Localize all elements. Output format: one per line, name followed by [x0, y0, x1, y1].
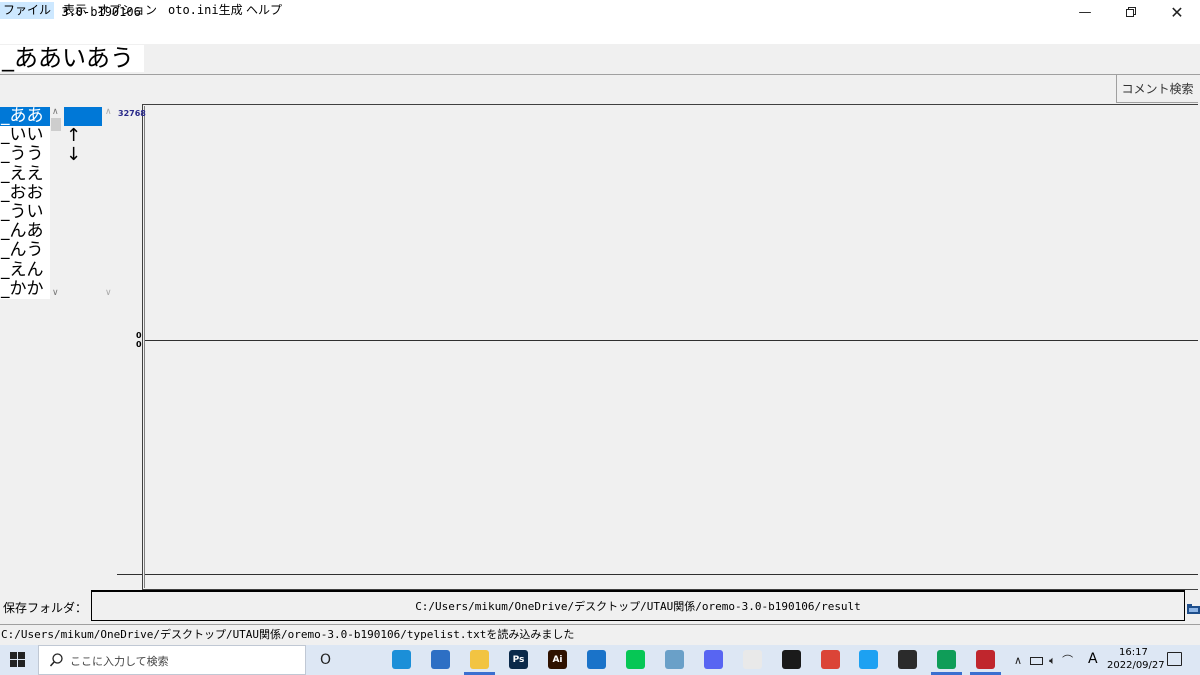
menu-help[interactable]: ヘルプ: [243, 2, 285, 19]
illustrator-icon[interactable]: Ai: [548, 650, 567, 669]
restore-icon: [1126, 7, 1136, 17]
scroll-up-icon[interactable]: ∧: [52, 107, 59, 117]
list-item[interactable]: _ええ: [0, 164, 50, 184]
minimize-icon: —: [1078, 4, 1092, 20]
waveform-zero-label: 0: [136, 340, 142, 349]
spectrogram-divider: [145, 574, 1198, 575]
edge-icon[interactable]: [392, 650, 411, 669]
list-item[interactable]: _いい: [0, 126, 50, 145]
windows-icon: [10, 652, 25, 667]
file-explorer-icon[interactable]: [470, 650, 489, 669]
chevron-up-icon[interactable]: ∧: [1014, 654, 1022, 667]
discord-icon[interactable]: [704, 650, 723, 669]
folder-icon[interactable]: [1187, 599, 1200, 614]
waveform-zero-line: [145, 340, 1198, 341]
scroll-up-icon[interactable]: ∧: [105, 107, 112, 117]
search-placeholder: ここに入力して検索: [70, 655, 169, 668]
waveform-panel[interactable]: [142, 104, 1198, 590]
recording-list-scrollbar[interactable]: ∧ ∨: [50, 107, 62, 299]
scroll-down-icon[interactable]: ∨: [52, 288, 59, 298]
ime-indicator[interactable]: A: [1088, 651, 1098, 667]
clock-date[interactable]: 2022/09/27: [1107, 660, 1165, 671]
scale-divider: [117, 574, 142, 575]
mail-icon[interactable]: [587, 650, 606, 669]
waveform-zero-label: 0: [136, 331, 142, 340]
list-item[interactable]: _おお: [0, 183, 50, 203]
recording-list[interactable]: _ああ _いい _うう _ええ _おお _うい _んあ _んう _えん _かか: [0, 107, 50, 299]
chrome-2-icon[interactable]: [937, 650, 956, 669]
close-icon: ✕: [1170, 2, 1184, 22]
photoshop-icon[interactable]: Ps: [509, 650, 528, 669]
twitter-icon[interactable]: [859, 650, 878, 669]
menu-file[interactable]: ファイル: [0, 2, 55, 19]
waveform-axis: [144, 106, 145, 588]
status-bar: C:/Users/mikum/OneDrive/デスクトップ/UTAU関係/or…: [0, 624, 1200, 643]
arrow-list-item[interactable]: ↓: [66, 145, 81, 164]
task-view-icon[interactable]: [352, 650, 371, 669]
restore-button[interactable]: [1108, 0, 1154, 24]
waveform-max-label: 32768: [118, 109, 146, 118]
speaker-icon[interactable]: 🔈︎: [1049, 654, 1056, 667]
list-item[interactable]: _んう: [0, 241, 50, 260]
clock-time[interactable]: 16:17: [1119, 647, 1148, 658]
list-item[interactable]: _うう: [0, 145, 50, 164]
save-folder-path[interactable]: C:/Users/mikum/OneDrive/デスクトップ/UTAU関係/or…: [91, 590, 1185, 621]
minimize-button[interactable]: —: [1062, 0, 1108, 24]
comment-search-button[interactable]: コメント検索: [1116, 75, 1198, 103]
menu-options[interactable]: オプション: [94, 2, 160, 19]
sticky-notes-icon[interactable]: [898, 650, 917, 669]
cortana-icon[interactable]: O: [316, 650, 335, 669]
menu-oto-ini[interactable]: oto.ini生成: [165, 2, 246, 19]
battery-icon[interactable]: [1029, 657, 1043, 665]
menu-view[interactable]: 表示: [60, 2, 90, 19]
list-item[interactable]: _えん: [0, 260, 50, 280]
save-folder-label: 保存フォルダ：: [3, 601, 88, 615]
wifi-icon[interactable]: ⌒: [1062, 654, 1073, 667]
notification-icon[interactable]: [1167, 652, 1182, 666]
list-item[interactable]: _かか: [0, 279, 50, 299]
list-item[interactable]: _んあ: [0, 222, 50, 241]
divider: [0, 74, 1200, 75]
arrow-list-item[interactable]: ↑: [66, 126, 81, 145]
clip-studio-icon[interactable]: [782, 650, 801, 669]
search-icon: [49, 652, 63, 671]
scroll-down-icon[interactable]: ∨: [105, 288, 112, 298]
chrome-icon[interactable]: [821, 650, 840, 669]
close-button[interactable]: ✕: [1154, 0, 1200, 24]
arrow-list-scrollbar[interactable]: ∧ ∨: [102, 107, 116, 299]
list-item[interactable]: _ああ: [0, 107, 50, 127]
line-icon[interactable]: [626, 650, 645, 669]
system-tray[interactable]: ∧ 🔈︎ ⌒: [1014, 652, 1073, 668]
app-icon[interactable]: [665, 650, 684, 669]
menu-bar: [0, 24, 1200, 44]
store-icon[interactable]: [431, 650, 450, 669]
list-item[interactable]: _うい: [0, 202, 50, 222]
arrow-list-selected-row[interactable]: [64, 107, 102, 126]
paint-icon[interactable]: [743, 650, 762, 669]
current-recording-text: _ああいあう: [0, 45, 144, 72]
start-button[interactable]: [10, 652, 25, 667]
scrollbar-thumb[interactable]: [51, 118, 61, 131]
oremo-icon[interactable]: [976, 650, 995, 669]
